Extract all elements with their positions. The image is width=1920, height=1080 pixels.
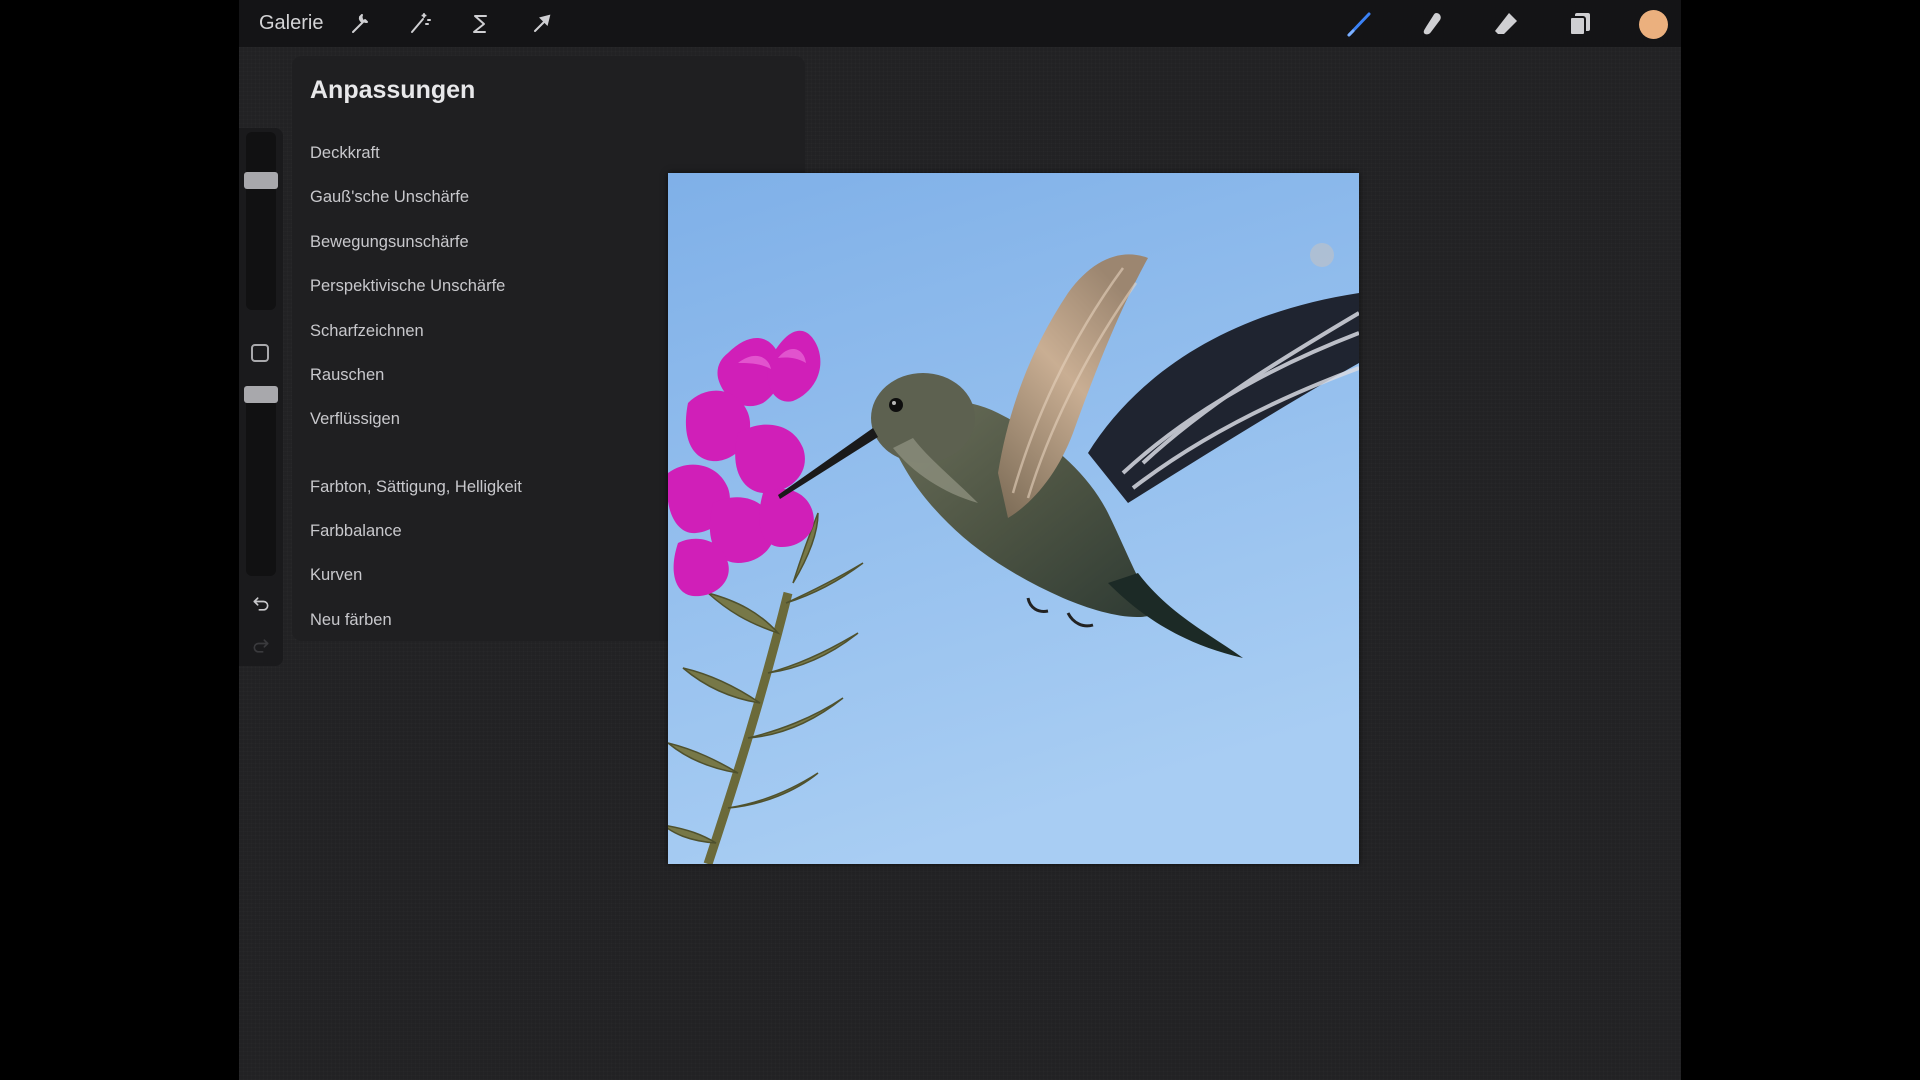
undo-icon[interactable] [247,590,275,618]
eraser-icon[interactable] [1490,8,1522,40]
left-sidebar [239,128,283,666]
hummingbird-artwork [668,173,1359,864]
redo-icon[interactable] [247,632,275,660]
menu-item-deckkraft[interactable]: Deckkraft [298,133,798,173]
magic-wand-icon[interactable] [403,8,435,40]
brush-size-slider[interactable] [246,132,276,310]
wrench-icon[interactable] [343,8,375,40]
opacity-slider[interactable] [246,386,276,576]
brush-size-handle[interactable] [244,172,278,190]
top-toolbar: Galerie [239,0,1681,47]
procreate-app: Galerie Anpassungen Deckkraft Gauß'sche … [239,0,1681,1080]
modify-button[interactable] [251,344,269,362]
layers-icon[interactable] [1564,8,1596,40]
panel-title: Anpassungen [310,76,476,104]
brush-icon[interactable] [1343,8,1375,40]
gallery-button[interactable]: Galerie [259,0,323,47]
transform-arrow-icon[interactable] [525,8,557,40]
color-picker-swatch[interactable] [1639,10,1668,39]
selection-icon[interactable] [464,8,496,40]
smudge-icon[interactable] [1416,8,1448,40]
opacity-handle[interactable] [244,386,278,403]
artwork-canvas[interactable] [668,173,1359,864]
